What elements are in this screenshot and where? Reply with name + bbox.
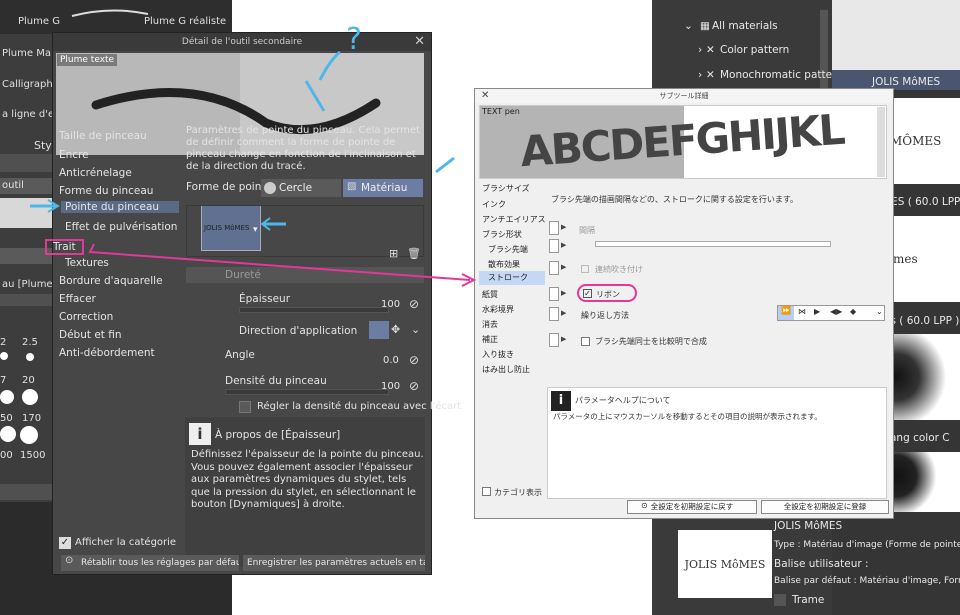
annotation-overlay xyxy=(30,50,477,287)
